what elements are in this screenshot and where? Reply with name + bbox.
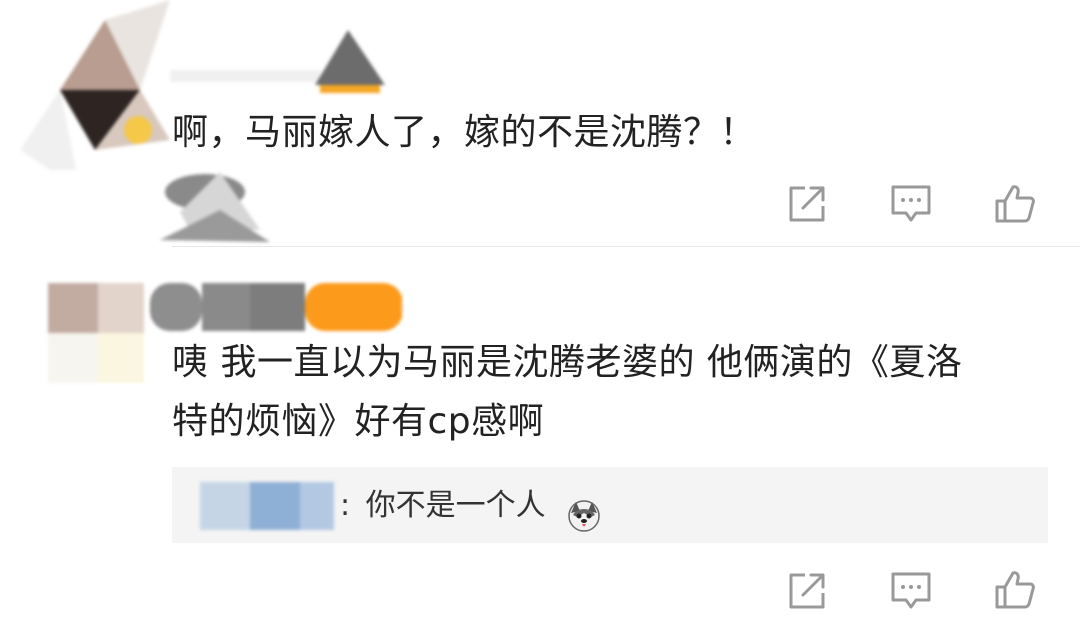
husky-emoji-icon [568, 500, 600, 532]
avatar[interactable] [20, 0, 180, 170]
comment-icon [891, 185, 931, 222]
comment-text-line-1: 咦 我一直以为马丽是沈腾老婆的 他俩演的《夏洛 [172, 342, 963, 383]
share-icon [789, 573, 825, 609]
share-button[interactable] [783, 567, 831, 615]
comment-text: 啊，马丽嫁人了，嫁的不是沈腾？！ [172, 112, 757, 153]
reply-username[interactable] [200, 480, 340, 532]
comment-icon [891, 572, 931, 609]
thumbs-up-icon [995, 571, 1035, 609]
thumbs-up-icon [995, 185, 1035, 223]
like-button[interactable] [991, 566, 1039, 614]
comment-button[interactable] [887, 180, 935, 228]
share-icon [789, 186, 825, 222]
avatar[interactable] [48, 283, 144, 383]
reply-body: 你不是一个人 [365, 488, 546, 523]
username[interactable] [170, 30, 400, 100]
reply-text: : 你不是一个人 [340, 486, 546, 526]
comment-meta [160, 172, 270, 242]
like-button[interactable] [991, 180, 1039, 228]
comment-divider [172, 246, 1080, 247]
comment-feed: 啊，马丽嫁人了，嫁的不是沈腾？！ 咦 我一直以为马丽是沈腾老婆的 他俩演的《夏洛… [0, 0, 1080, 634]
comment-button[interactable] [887, 567, 935, 615]
comment-text-line-2: 特的烦恼》好有cp感啊 [172, 401, 545, 442]
share-button[interactable] [783, 180, 831, 228]
reply-separator: : [340, 488, 351, 523]
username[interactable] [150, 283, 402, 333]
